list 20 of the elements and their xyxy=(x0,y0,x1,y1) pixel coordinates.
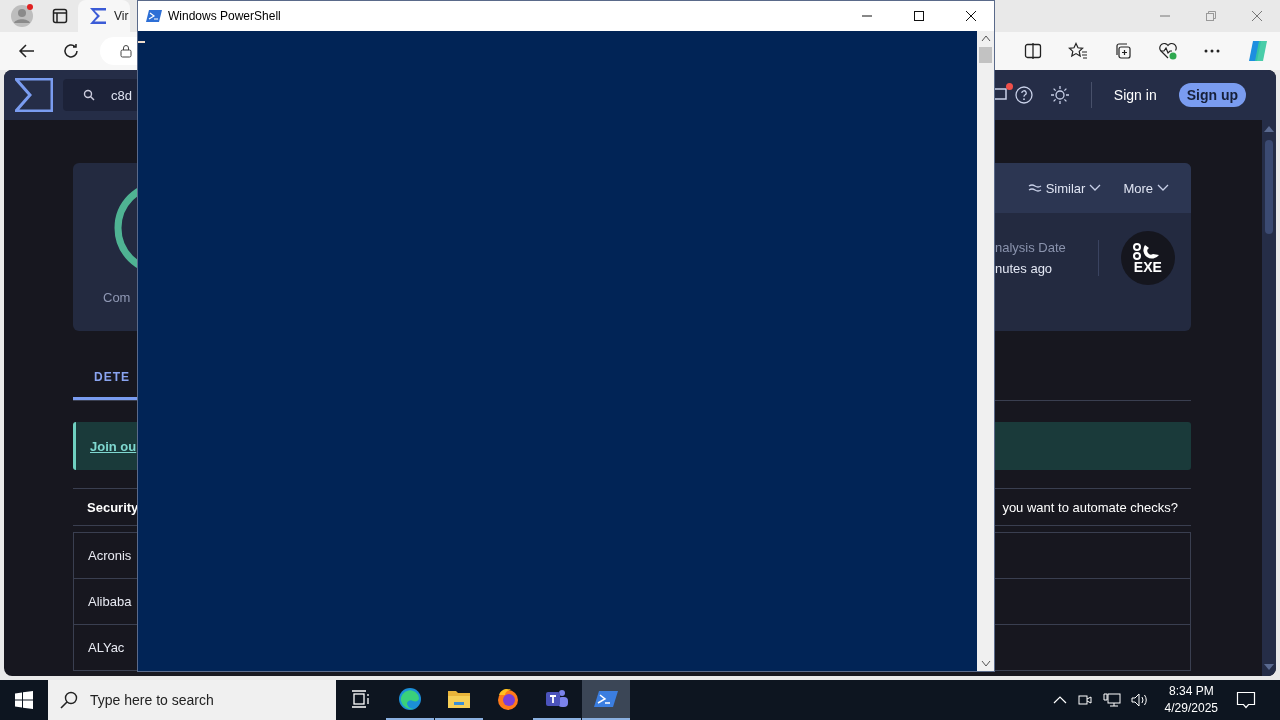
sign-in-link[interactable]: Sign in xyxy=(1113,87,1157,103)
clock[interactable]: 8:34 PM 4/29/2025 xyxy=(1164,683,1218,717)
similar-button[interactable]: Similar xyxy=(1027,180,1102,196)
search-field[interactable]: c8d xyxy=(63,79,138,111)
table-cell: Acronis xyxy=(88,548,132,563)
search-input[interactable]: Type here to search xyxy=(88,691,312,709)
banner-link[interactable]: Join ou xyxy=(90,438,137,454)
window-title: Windows PowerShell xyxy=(168,9,281,23)
more-button[interactable]: More xyxy=(1123,180,1169,196)
column-header: Security xyxy=(87,499,139,515)
table-cell: ALYac xyxy=(88,640,125,655)
table-cell: Alibaba xyxy=(88,594,132,609)
automate-prompt: you want to automate checks? xyxy=(1002,499,1178,515)
analysis-date-label: nalysis Date xyxy=(995,240,1066,255)
browser-tab[interactable]: Vir xyxy=(78,0,130,32)
analysis-date-value: nutes ago xyxy=(995,261,1054,276)
sign-up-button[interactable]: Sign up xyxy=(1178,83,1246,107)
taskbar-search-field[interactable]: Type here to search xyxy=(48,680,336,720)
score-label: Com xyxy=(103,290,131,305)
file-type-badge: EXE xyxy=(1120,231,1175,285)
